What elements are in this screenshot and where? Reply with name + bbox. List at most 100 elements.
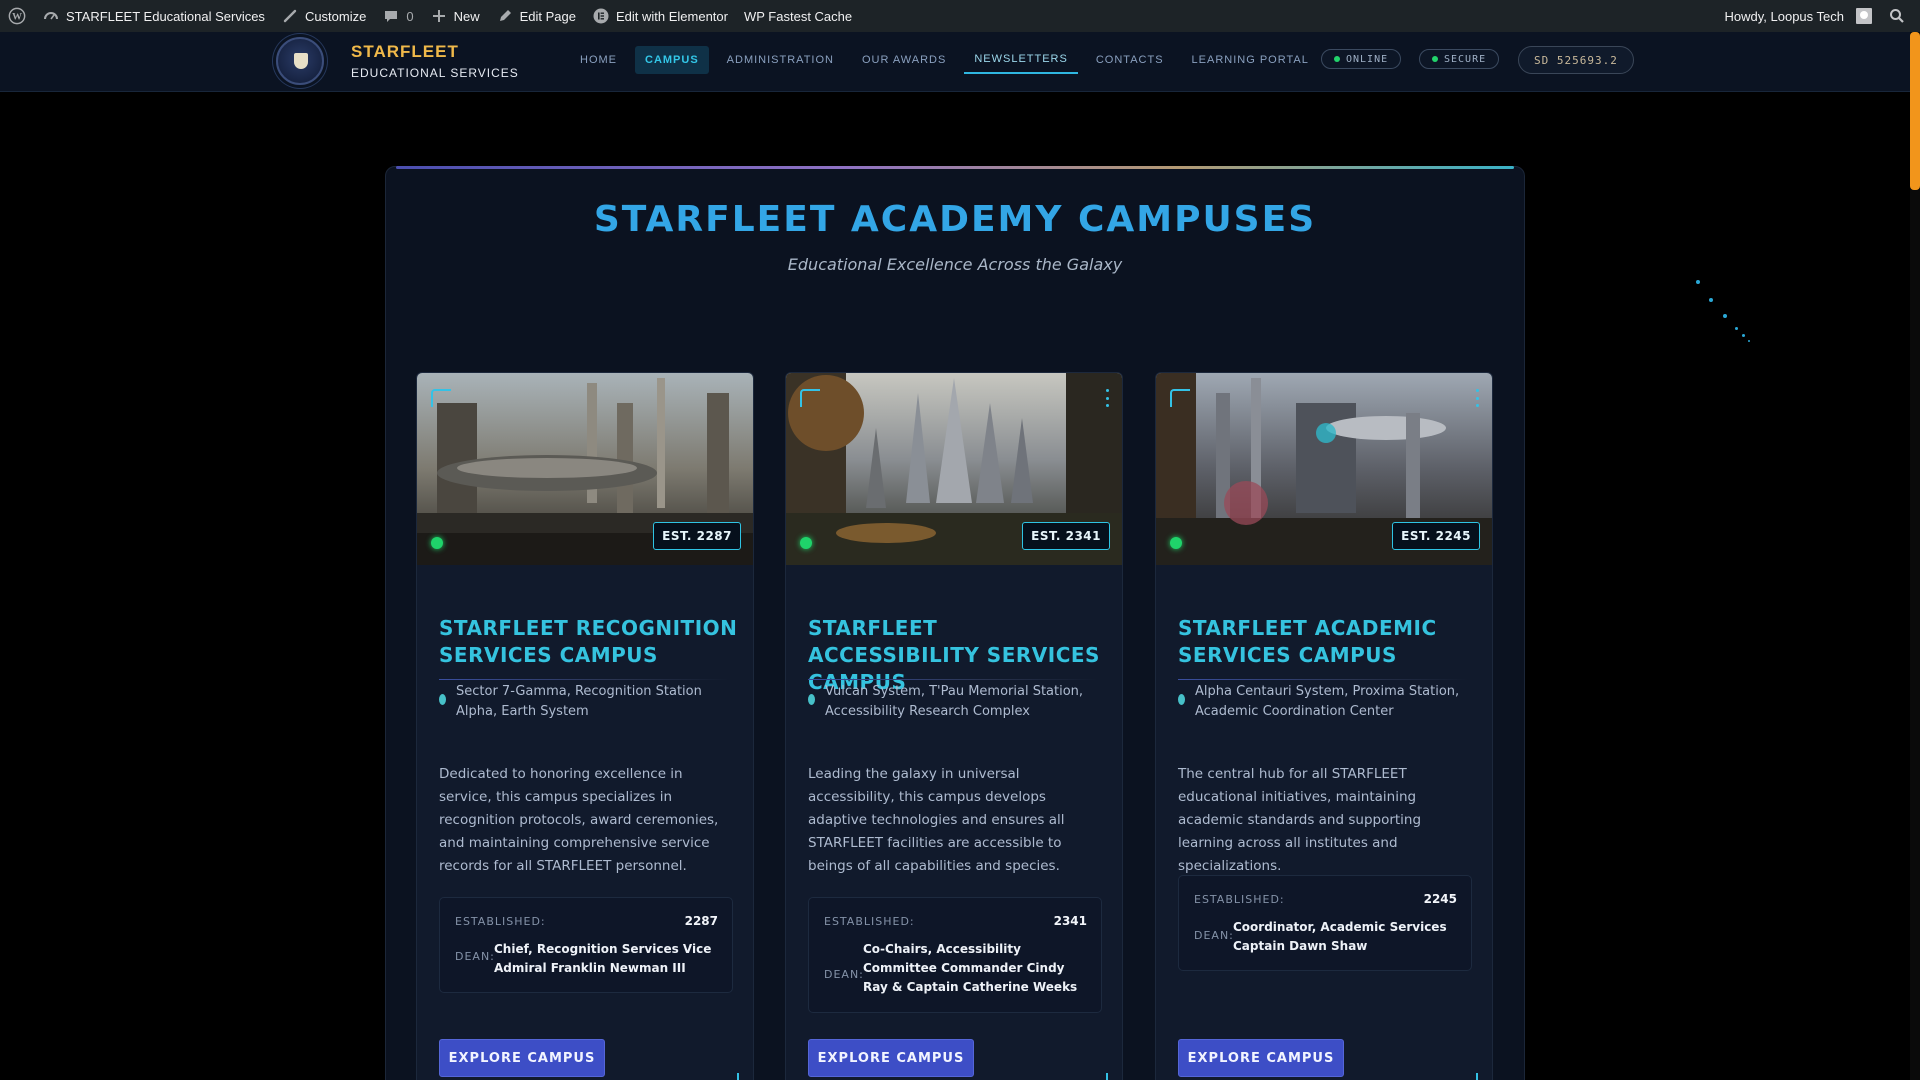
site-name-label: STARFLEET Educational Services xyxy=(66,8,265,24)
secure-dot-icon xyxy=(1432,56,1438,62)
established-label: ESTABLISHED: xyxy=(824,915,915,928)
established-year: 2287 xyxy=(684,914,718,928)
campus-image[interactable]: EST. 2341 xyxy=(786,373,1122,565)
campus-card-academic: EST. 2245 STARFLEET ACADEMIC SERVICES CA… xyxy=(1155,372,1493,1080)
campus-image[interactable]: EST. 2245 xyxy=(1156,373,1492,565)
dean-label: DEAN: xyxy=(824,968,864,981)
explore-campus-button[interactable]: EXPLORE CAMPUS xyxy=(1178,1039,1344,1077)
dean-label: DEAN: xyxy=(455,950,495,963)
campus-card-accessibility: EST. 2341 STARFLEET ACCESSIBILITY SERVIC… xyxy=(785,372,1123,1080)
new-label: New xyxy=(453,8,480,24)
wp-admin-bar: W STARFLEET Educational Services Customi… xyxy=(0,0,1920,32)
howdy-label: Howdy, Loopus Tech xyxy=(1724,8,1844,24)
customize-link[interactable]: Customize xyxy=(273,0,374,32)
dean-name: Coordinator, Academic Services Captain D… xyxy=(1233,920,1447,953)
hud-tick xyxy=(1476,1073,1478,1080)
nav-home[interactable]: HOME xyxy=(570,46,627,74)
wordpress-icon: W xyxy=(8,7,26,25)
status-online-badge: ONLINE xyxy=(1321,49,1402,69)
established-year: 2245 xyxy=(1423,892,1457,906)
nav-newsletters[interactable]: NEWSLETTERS xyxy=(964,46,1078,74)
campus-info-box: ESTABLISHED: 2245 DEAN: Coordinator, Aca… xyxy=(1178,875,1472,971)
campus-info-box: ESTABLISHED: 2287 DEAN: Chief, Recogniti… xyxy=(439,897,733,993)
campus-title[interactable]: STARFLEET ACADEMIC SERVICES CAMPUS xyxy=(1178,615,1478,669)
plus-icon xyxy=(430,7,448,25)
status-dot-icon xyxy=(800,537,812,549)
title-divider xyxy=(1178,679,1468,680)
site-header: STARFLEET EDUCATIONAL SERVICES HOME CAMP… xyxy=(0,32,1920,92)
fastest-cache-label: WP Fastest Cache xyxy=(743,8,853,24)
starfleet-logo[interactable] xyxy=(276,37,324,85)
brand-name[interactable]: STARFLEET xyxy=(351,42,459,62)
page-scrollbar[interactable] xyxy=(1910,32,1920,1080)
search-icon xyxy=(1888,7,1906,25)
nav-campus[interactable]: CAMPUS xyxy=(635,46,709,74)
hud-corner-icon xyxy=(800,389,820,407)
edit-elementor-label: Edit with Elementor xyxy=(615,8,728,24)
account-menu[interactable]: Howdy, Loopus Tech xyxy=(1717,0,1880,32)
nav-our-awards[interactable]: OUR AWARDS xyxy=(852,46,956,74)
nav-administration[interactable]: ADMINISTRATION xyxy=(717,46,844,74)
edit-page-label: Edit Page xyxy=(519,8,576,24)
established-year: 2341 xyxy=(1053,914,1087,928)
campus-title[interactable]: STARFLEET RECOGNITION SERVICES CAMPUS xyxy=(439,615,739,669)
campus-location: Sector 7-Gamma, Recognition Station Alph… xyxy=(456,684,702,719)
site-name-link[interactable]: STARFLEET Educational Services xyxy=(34,0,273,32)
svg-text:W: W xyxy=(12,12,22,23)
scrollbar-thumb[interactable] xyxy=(1910,32,1920,190)
campus-location: Vulcan System, T'Pau Memorial Station, A… xyxy=(825,684,1084,719)
admin-search-button[interactable] xyxy=(1880,0,1920,32)
wordpress-logo-button[interactable]: W xyxy=(0,0,34,32)
explore-campus-button[interactable]: EXPLORE CAMPUS xyxy=(808,1039,974,1077)
campus-info-box: ESTABLISHED: 2341 DEAN: Co-Chairs, Acces… xyxy=(808,897,1102,1013)
established-label: ESTABLISHED: xyxy=(455,915,546,928)
campus-image[interactable]: EST. 2287 xyxy=(417,373,753,565)
dean-name: Co-Chairs, Accessibility Committee Comma… xyxy=(863,942,1078,994)
est-badge: EST. 2245 xyxy=(1392,522,1480,550)
comments-link[interactable]: 0 xyxy=(374,0,421,32)
explore-campus-button[interactable]: EXPLORE CAMPUS xyxy=(439,1039,605,1077)
established-label: ESTABLISHED: xyxy=(1194,893,1285,906)
edit-page-link[interactable]: Edit Page xyxy=(488,0,584,32)
status-secure-label: SECURE xyxy=(1444,53,1487,65)
dashboard-icon xyxy=(42,7,60,25)
status-dot-icon xyxy=(1170,537,1182,549)
page-subtitle: Educational Excellence Across the Galaxy xyxy=(787,255,1123,274)
avatar xyxy=(1856,8,1872,24)
edit-elementor-link[interactable]: Edit with Elementor xyxy=(584,0,736,32)
customize-label: Customize xyxy=(304,8,367,24)
campus-description: The central hub for all STARFLEET educat… xyxy=(1178,766,1422,874)
hud-corner-icon xyxy=(431,389,451,407)
comments-count: 0 xyxy=(406,8,414,24)
campus-location: Alpha Centauri System, Proxima Station, … xyxy=(1195,684,1460,719)
online-dot-icon xyxy=(1334,56,1340,62)
hud-corner-icon xyxy=(1170,389,1190,407)
nav-contacts[interactable]: CONTACTS xyxy=(1086,46,1174,74)
elementor-icon xyxy=(592,7,610,25)
brush-icon xyxy=(281,7,299,25)
kebab-menu-icon[interactable] xyxy=(1106,389,1110,407)
campus-description: Dedicated to honoring excellence in serv… xyxy=(439,766,719,874)
hud-tick xyxy=(1106,1073,1108,1080)
location-pin-icon xyxy=(439,694,446,705)
main-nav: HOME CAMPUS ADMINISTRATION OUR AWARDS NE… xyxy=(570,46,1319,74)
page-title: STARFLEET ACADEMY CAMPUSES xyxy=(593,199,1317,240)
comment-icon xyxy=(382,7,400,25)
wp-fastest-cache-menu[interactable]: WP Fastest Cache xyxy=(736,0,860,32)
brand-tagline: EDUCATIONAL SERVICES xyxy=(351,66,519,80)
new-content-link[interactable]: New xyxy=(422,0,488,32)
dean-label: DEAN: xyxy=(1194,929,1234,942)
nav-learning-portal[interactable]: LEARNING PORTAL xyxy=(1182,46,1319,74)
location-pin-icon xyxy=(808,694,815,705)
location-pin-icon xyxy=(1178,694,1185,705)
status-secure-badge: SECURE xyxy=(1419,49,1500,69)
hud-tick xyxy=(737,1073,739,1080)
campus-description: Leading the galaxy in universal accessib… xyxy=(808,766,1065,874)
status-online-label: ONLINE xyxy=(1346,53,1389,65)
est-badge: EST. 2287 xyxy=(653,522,741,550)
est-badge: EST. 2341 xyxy=(1022,522,1110,550)
kebab-menu-icon[interactable] xyxy=(1476,389,1480,407)
title-divider xyxy=(808,679,1098,680)
dean-name: Chief, Recognition Services Vice Admiral… xyxy=(494,942,712,975)
stardate-readout: SD 525693.2 xyxy=(1518,46,1634,74)
